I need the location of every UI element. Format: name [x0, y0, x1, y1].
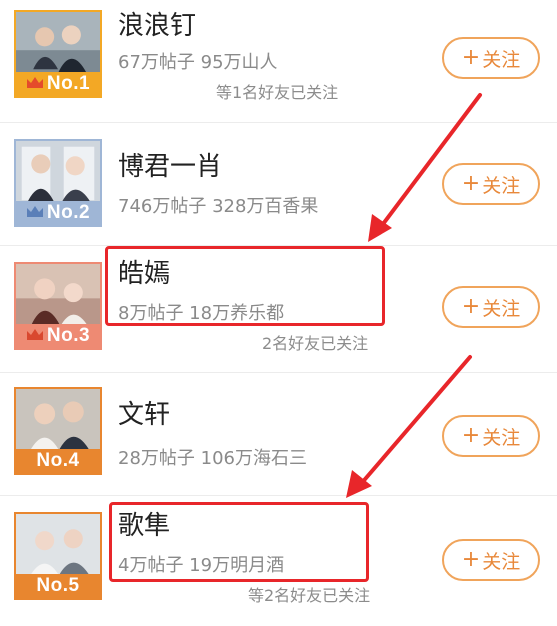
friends-followed: 等2名好友已关注 [248, 586, 371, 605]
crown-icon [26, 202, 44, 224]
list-item[interactable]: No.1 浪浪钉 67万帖子 95万山人 等1名好友已关注 + 关注 [0, 0, 557, 122]
topic-cover-image[interactable]: No.2 [14, 139, 102, 227]
follow-label: 关注 [482, 550, 521, 573]
rank-badge: No.3 [16, 324, 100, 348]
plus-icon: + [461, 171, 481, 196]
list-item[interactable]: No.4 文轩 28万帖子 106万海石三 + 关注 [0, 373, 557, 495]
rank-label: No.4 [36, 450, 80, 471]
friends-followed: 等1名好友已关注 [216, 83, 339, 102]
follow-label: 关注 [482, 297, 521, 320]
list-item[interactable]: No.5 歌隼 4万帖子 19万明月酒 等2名好友已关注 + 关注 [0, 496, 557, 626]
follow-button[interactable]: + 关注 [442, 415, 540, 457]
topic-name[interactable]: 浪浪钉 [118, 10, 196, 42]
plus-icon: + [461, 547, 481, 572]
topic-name[interactable]: 博君一肖 [118, 151, 222, 183]
plus-icon: + [461, 294, 481, 319]
topic-stats: 8万帖子 18万养乐都 [118, 303, 285, 324]
follow-button[interactable]: + 关注 [442, 286, 540, 328]
crown-icon [26, 73, 44, 95]
follow-label: 关注 [482, 48, 521, 71]
follow-button[interactable]: + 关注 [442, 37, 540, 79]
topic-stats: 67万帖子 95万山人 [118, 52, 278, 73]
supertopic-ranking-list: No.1 浪浪钉 67万帖子 95万山人 等1名好友已关注 + 关注 No.2 … [0, 0, 557, 626]
topic-cover-image[interactable]: No.4 [14, 387, 102, 475]
list-item[interactable]: No.2 博君一肖 746万帖子 328万百香果 + 关注 [0, 123, 557, 245]
rank-badge: No.4 [16, 449, 100, 473]
follow-label: 关注 [482, 174, 521, 197]
topic-stats: 4万帖子 19万明月酒 [118, 555, 285, 576]
topic-cover-image[interactable]: No.1 [14, 10, 102, 98]
rank-label: No.2 [46, 202, 91, 223]
topic-cover-image[interactable]: No.3 [14, 262, 102, 350]
topic-name[interactable]: 皓嫣 [118, 258, 170, 290]
rank-label: No.5 [36, 575, 80, 596]
friends-followed: 2名好友已关注 [262, 334, 369, 353]
crown-icon [26, 325, 44, 347]
rank-label: No.3 [46, 325, 91, 346]
follow-button[interactable]: + 关注 [442, 163, 540, 205]
rank-badge: No.2 [16, 201, 100, 225]
follow-label: 关注 [482, 426, 521, 449]
topic-name[interactable]: 歌隼 [118, 510, 170, 542]
topic-stats: 746万帖子 328万百香果 [118, 196, 319, 217]
follow-button[interactable]: + 关注 [442, 539, 540, 581]
rank-label: No.1 [46, 73, 91, 94]
topic-name[interactable]: 文轩 [118, 399, 170, 431]
rank-badge: No.1 [16, 72, 100, 96]
rank-badge: No.5 [16, 574, 100, 598]
plus-icon: + [461, 45, 481, 70]
topic-cover-image[interactable]: No.5 [14, 512, 102, 600]
plus-icon: + [461, 423, 481, 448]
topic-stats: 28万帖子 106万海石三 [118, 448, 307, 469]
list-item[interactable]: No.3 皓嫣 8万帖子 18万养乐都 2名好友已关注 + 关注 [0, 246, 557, 372]
